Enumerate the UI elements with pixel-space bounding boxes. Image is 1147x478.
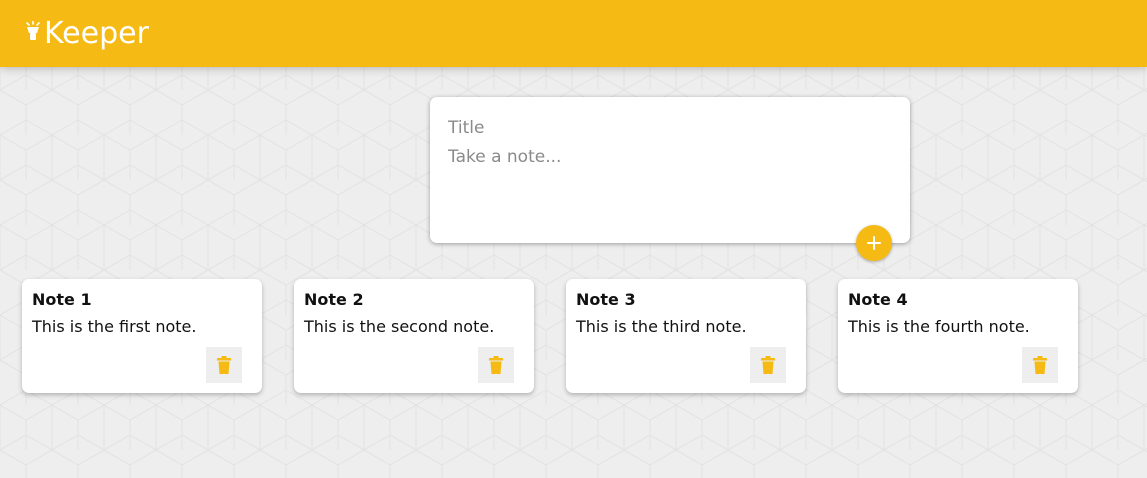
note-card: Note 1 This is the first note.	[22, 279, 262, 393]
app-logo: Keeper	[24, 16, 149, 51]
note-content: This is the fourth note.	[848, 317, 1030, 336]
trash-icon	[489, 356, 503, 374]
delete-note-button[interactable]	[750, 347, 786, 383]
note-title-input[interactable]	[448, 115, 892, 141]
note-content: This is the third note.	[576, 317, 747, 336]
delete-note-button[interactable]	[206, 347, 242, 383]
note-card: Note 2 This is the second note.	[294, 279, 534, 393]
note-card: Note 4 This is the fourth note.	[838, 279, 1078, 393]
note-title: Note 2	[304, 290, 364, 309]
trash-icon	[1033, 356, 1047, 374]
note-content-input[interactable]	[448, 147, 892, 207]
note-title: Note 1	[32, 290, 92, 309]
app-header: Keeper	[0, 0, 1147, 67]
create-note-form	[430, 97, 910, 261]
note-title: Note 3	[576, 290, 636, 309]
delete-note-button[interactable]	[478, 347, 514, 383]
trash-icon	[761, 356, 775, 374]
note-content: This is the second note.	[304, 317, 495, 336]
note-card: Note 3 This is the third note.	[566, 279, 806, 393]
note-title: Note 4	[848, 290, 908, 309]
plus-icon	[867, 236, 881, 250]
delete-note-button[interactable]	[1022, 347, 1058, 383]
trash-icon	[217, 356, 231, 374]
app-title: Keeper	[44, 16, 149, 51]
lightbulb-icon	[26, 20, 40, 40]
add-note-button[interactable]	[856, 225, 892, 261]
note-content: This is the first note.	[32, 317, 197, 336]
